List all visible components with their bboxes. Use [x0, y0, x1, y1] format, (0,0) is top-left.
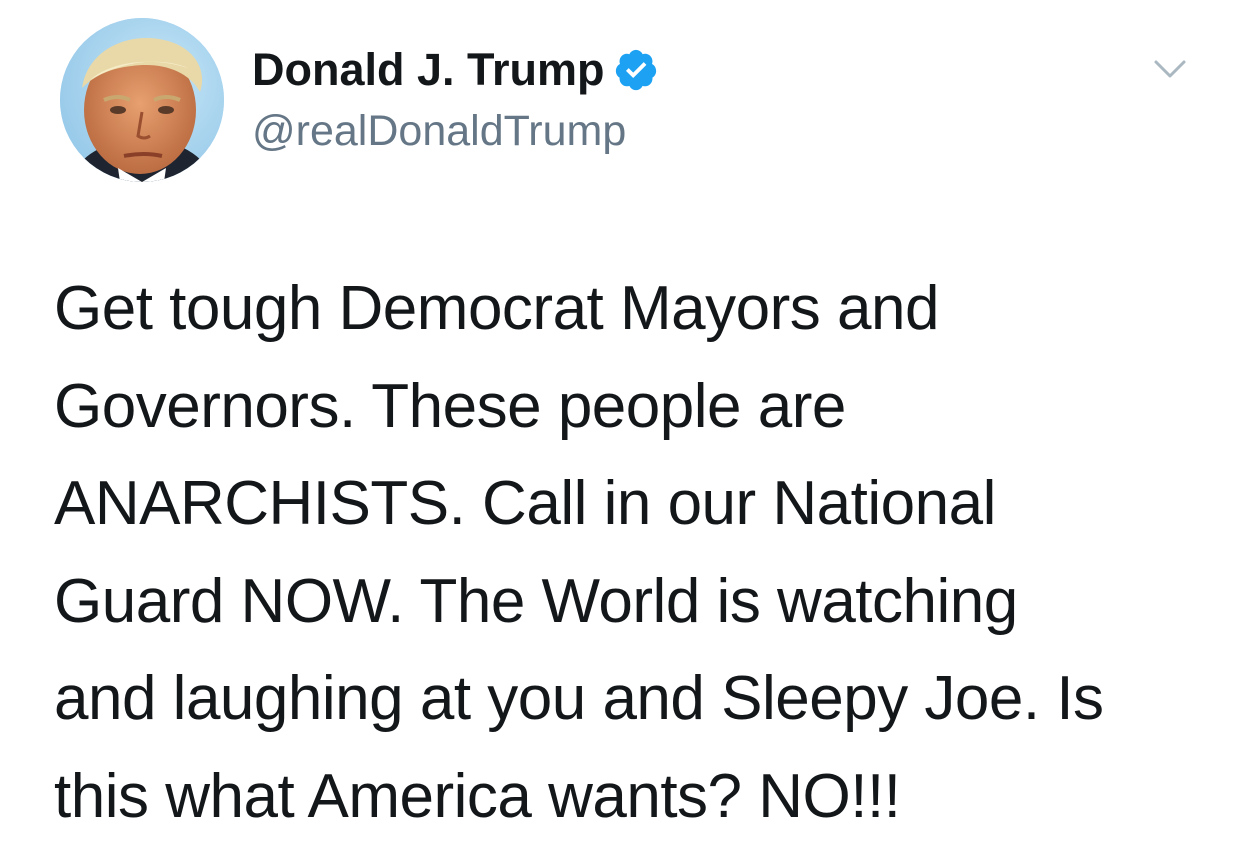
verified-badge-icon: [613, 47, 659, 93]
chevron-down-icon[interactable]: [1150, 52, 1190, 84]
tweet-line: and laughing at you and Sleepy Joe. Is: [54, 650, 1204, 748]
profile-photo-icon: [60, 18, 224, 182]
tweet-card: Donald J. Trump @realDonaldTrump Get tou…: [0, 0, 1242, 836]
tweet-line: Governors. These people are: [54, 358, 1204, 456]
author-display-name[interactable]: Donald J. Trump: [252, 42, 659, 98]
display-name-text: Donald J. Trump: [252, 44, 605, 95]
tweet-line: this what America wants? NO!!!: [54, 748, 1204, 845]
tweet-line: ANARCHISTS. Call in our National: [54, 455, 1204, 553]
tweet-line: Guard NOW. The World is watching: [54, 553, 1204, 651]
tweet-text: Get tough Democrat Mayors and Governors.…: [54, 260, 1204, 845]
author-handle[interactable]: @realDonaldTrump: [252, 104, 626, 158]
avatar[interactable]: [60, 18, 224, 182]
tweet-line: Get tough Democrat Mayors and: [54, 260, 1204, 358]
